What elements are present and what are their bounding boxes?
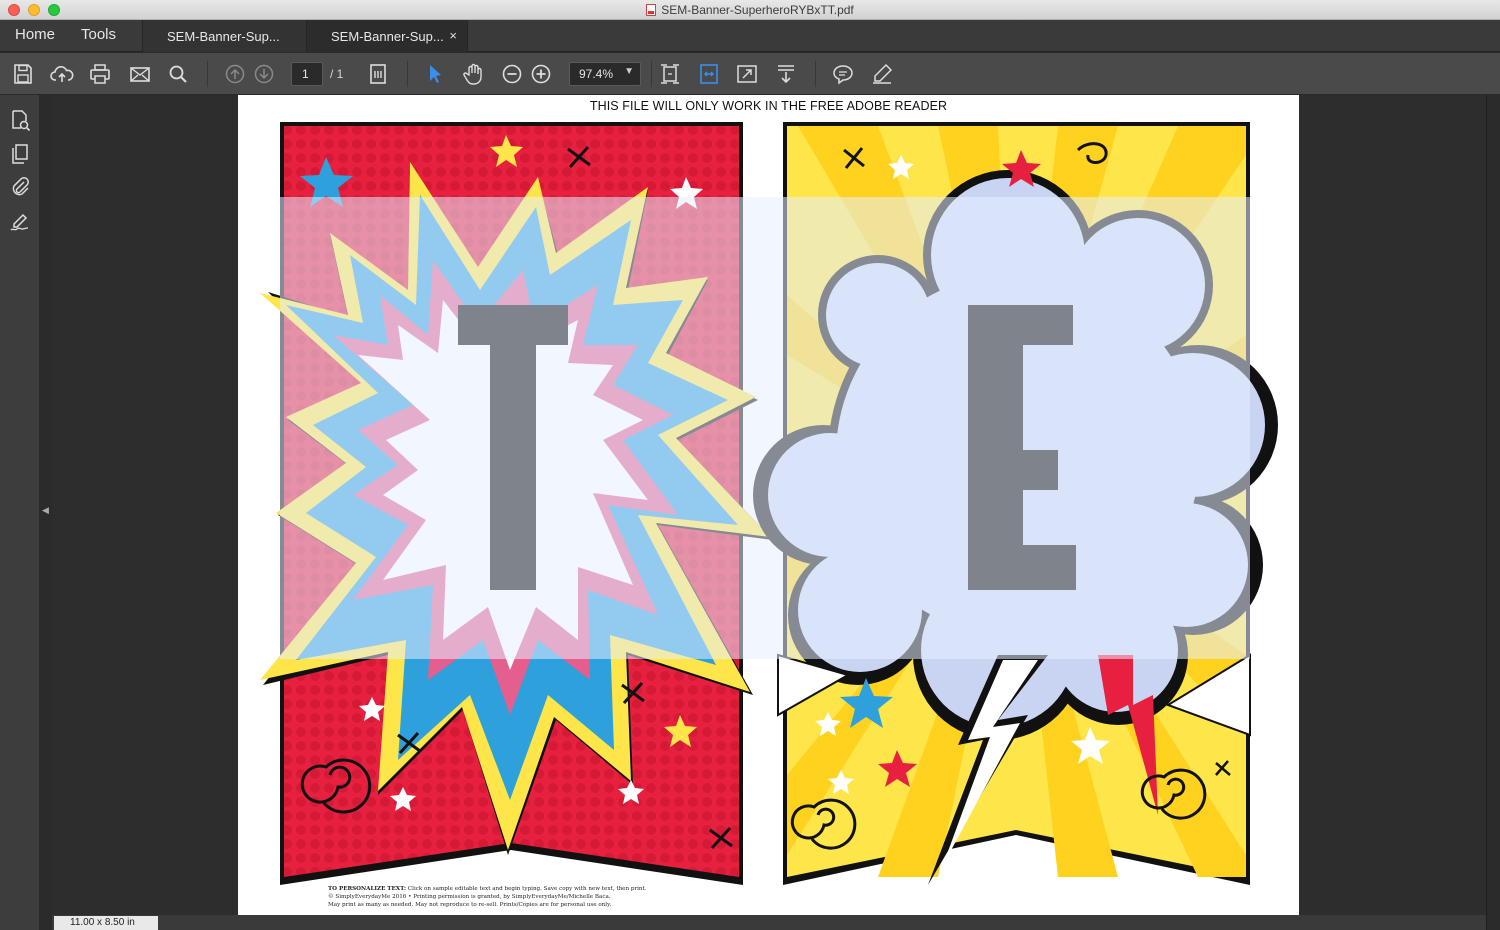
full-screen-icon[interactable] xyxy=(735,62,759,86)
chevron-down-icon: ▼ xyxy=(624,66,634,77)
toolbar: 1 / 1 97.4% ▼ xyxy=(0,53,1500,95)
collapse-panel-icon[interactable]: ◀ xyxy=(42,505,52,519)
document-tab-2-label: SEM-Banner-Sup... xyxy=(331,29,444,44)
comment-icon[interactable] xyxy=(831,62,855,86)
page-total: / 1 xyxy=(330,67,344,81)
document-tab-1[interactable]: SEM-Banner-Sup... xyxy=(142,20,306,52)
upload-cloud-icon[interactable] xyxy=(50,62,74,86)
zoom-out-icon[interactable] xyxy=(500,62,524,86)
search-icon[interactable] xyxy=(166,62,190,86)
zoom-level-select[interactable]: 97.4% ▼ xyxy=(569,62,641,86)
toolbar-separator xyxy=(815,61,816,87)
pdf-file-icon xyxy=(646,4,657,16)
select-arrow-icon[interactable] xyxy=(423,62,447,86)
zoom-level-value: 97.4% xyxy=(579,67,614,81)
window-title: SEM-Banner-SuperheroRYBxTT.pdf xyxy=(0,3,1500,17)
tools-tab[interactable]: Tools xyxy=(81,26,116,43)
vertical-scrollbar[interactable] xyxy=(1486,95,1500,930)
pdf-page: THIS FILE WILL ONLY WORK IN THE FREE ADO… xyxy=(238,95,1299,915)
save-icon[interactable] xyxy=(11,62,35,86)
title-bar: SEM-Banner-SuperheroRYBxTT.pdf xyxy=(0,0,1500,20)
footer-line-3: May print as many as needed. May not rep… xyxy=(328,902,612,908)
page-size-indicator: 11.00 x 8.50 in xyxy=(54,916,158,930)
footer-line-1: Click on sample editable text and begin … xyxy=(407,886,647,892)
close-tab-icon[interactable]: × xyxy=(449,28,457,43)
page-header-text: THIS FILE WILL ONLY WORK IN THE FREE ADO… xyxy=(589,99,948,113)
document-tab-1-label: SEM-Banner-Sup... xyxy=(167,29,280,44)
fit-page-icon[interactable] xyxy=(658,62,682,86)
previous-page-icon[interactable] xyxy=(223,62,247,86)
tab-bar: Home Tools SEM-Banner-Sup... SEM-Banner-… xyxy=(0,20,1500,52)
print-icon[interactable] xyxy=(88,62,112,86)
page-display-icon[interactable] xyxy=(366,62,390,86)
toolbar-separator xyxy=(207,61,208,87)
banner-artwork xyxy=(260,122,1278,885)
attachment-icon[interactable] xyxy=(8,175,32,199)
email-icon[interactable] xyxy=(128,62,152,86)
fill-sign-icon[interactable] xyxy=(8,209,32,233)
scroll-mode-icon[interactable] xyxy=(774,62,798,86)
document-tab-2[interactable]: SEM-Banner-Sup... × xyxy=(306,20,468,52)
fit-width-icon[interactable] xyxy=(697,62,721,86)
page-number-input[interactable]: 1 xyxy=(291,62,323,86)
next-page-icon[interactable] xyxy=(252,62,276,86)
text-selection-overlay xyxy=(280,197,1250,659)
home-tab[interactable]: Home xyxy=(15,26,55,43)
export-pdf-icon[interactable] xyxy=(8,108,32,132)
window-title-text: SEM-Banner-SuperheroRYBxTT.pdf xyxy=(661,3,854,17)
zoom-in-icon[interactable] xyxy=(529,62,553,86)
footer-title: TO PERSONALIZE TEXT: xyxy=(328,886,407,892)
footer-line-2: © SimplyEverydayMe 2016 • Printing permi… xyxy=(328,894,611,900)
status-bar: 11.00 x 8.50 in xyxy=(52,915,1486,930)
organize-pages-icon[interactable] xyxy=(8,142,32,166)
toolbar-separator xyxy=(651,61,652,87)
highlight-pen-icon[interactable] xyxy=(870,62,894,86)
hand-tool-icon[interactable] xyxy=(462,62,486,86)
toolbar-separator xyxy=(407,61,408,87)
left-rail xyxy=(0,95,40,930)
footer-note: TO PERSONALIZE TEXT: Click on sample edi… xyxy=(328,885,647,909)
